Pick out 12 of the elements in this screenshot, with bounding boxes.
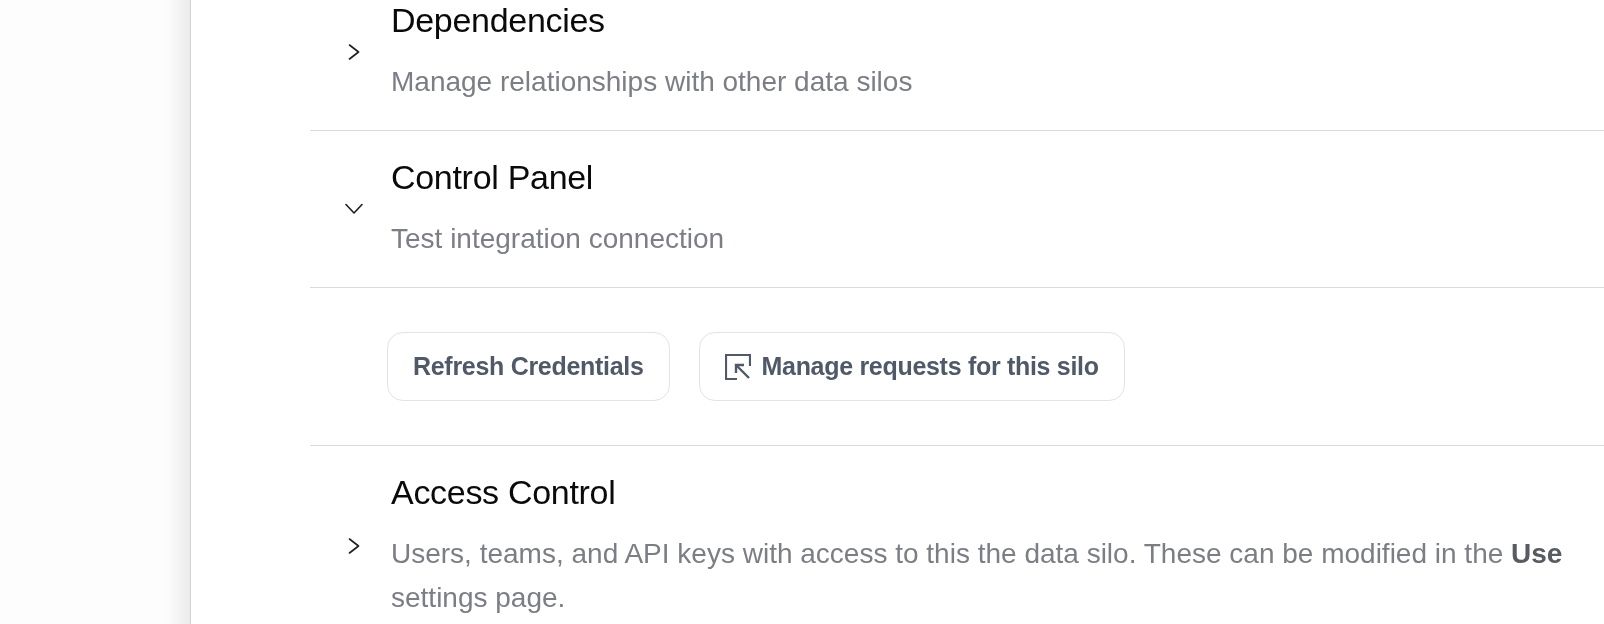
section-description: Users, teams, and API keys with access to this the data silo. These can be modified in the Use settings page.	[391, 537, 1564, 615]
chevron-down-icon[interactable]	[345, 203, 363, 215]
chevron-right-icon[interactable]	[348, 44, 360, 60]
action-button[interactable]: Manage requests for this silo	[698, 332, 1125, 401]
section-title: Control Panel	[391, 157, 595, 197]
section-description: Test integration connection	[391, 222, 725, 256]
action-button[interactable]: Refresh Credentials	[387, 332, 670, 401]
section-description: Manage relationships with other data silos	[391, 65, 913, 99]
box-arrow-icon	[724, 353, 751, 380]
section-title: Access Control	[391, 472, 617, 512]
section-title: Dependencies	[391, 0, 606, 40]
chevron-right-icon[interactable]	[348, 538, 360, 554]
